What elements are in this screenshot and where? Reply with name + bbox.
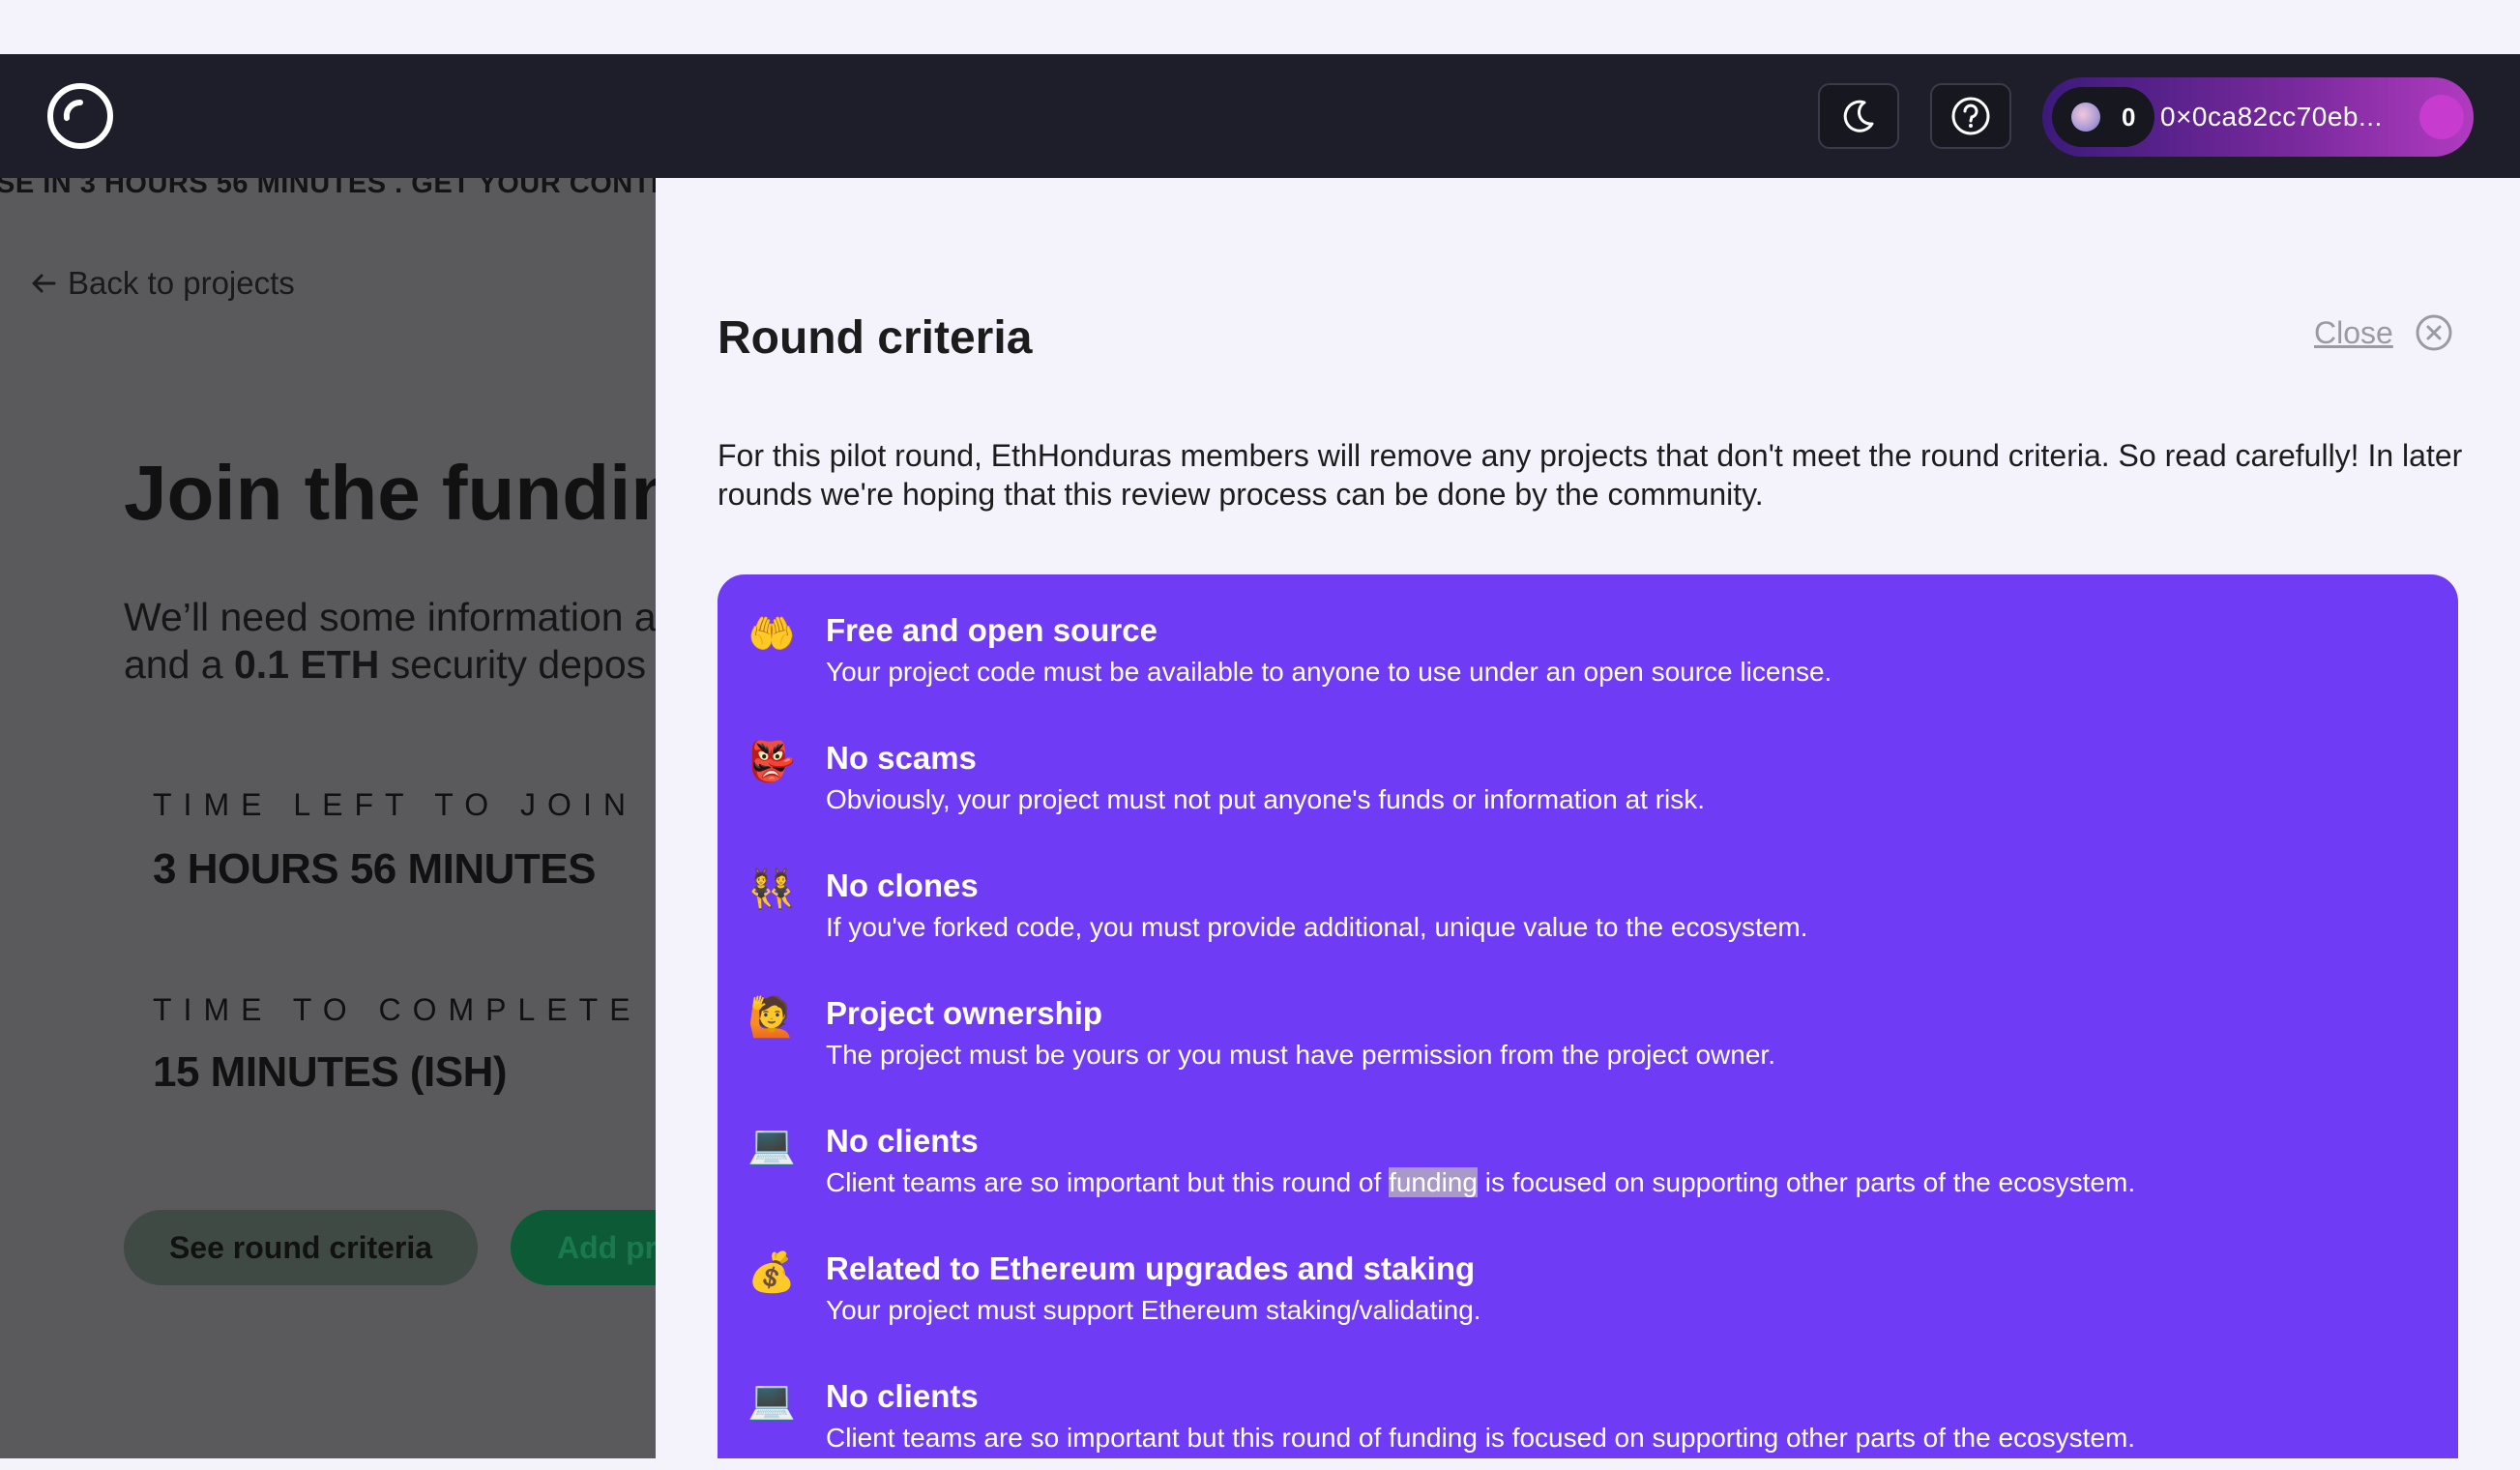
criteria-item: 🙋 Project ownership The project must be …	[745, 992, 1775, 1075]
criteria-desc: The project must be yours or you must ha…	[826, 1040, 1775, 1070]
back-to-projects-label: Back to projects	[68, 265, 295, 301]
join-title: Join the funding	[124, 450, 656, 536]
criteria-title: No clients	[826, 1378, 979, 1414]
top-strip	[0, 0, 2520, 54]
time-complete-label: TIME TO COMPLETE	[153, 992, 642, 1027]
criteria-item: 💰 Related to Ethereum upgrades and staki…	[745, 1248, 1481, 1331]
see-round-criteria-button[interactable]: See round criteria	[124, 1210, 478, 1285]
criteria-desc: Client teams are so important but this r…	[826, 1423, 2136, 1453]
deposit-amount: 0.1 ETH	[234, 642, 380, 687]
panel-title: Round criteria	[718, 312, 1033, 364]
back-to-projects-link[interactable]: Back to projects	[29, 265, 295, 302]
wallet-balance: 0	[2052, 87, 2154, 147]
desc-part: Client teams are so important but this r…	[826, 1167, 1390, 1197]
arrow-left-icon	[32, 274, 56, 293]
laptop-icon: 💻	[747, 1123, 796, 1167]
close-label: Close	[2314, 314, 2393, 350]
moon-icon	[1843, 100, 1874, 132]
criteria-title: Project ownership	[826, 995, 1103, 1031]
dancers-icon: 👯	[747, 867, 796, 912]
criteria-item: 🤲 Free and open source Your project code…	[745, 609, 1831, 692]
criteria-desc: Client teams are so important but this r…	[826, 1162, 2135, 1203]
bottom-strip	[0, 1458, 2520, 1470]
money-bag-icon: 💰	[747, 1250, 796, 1295]
open-hands-icon: 🤲	[747, 612, 796, 657]
help-button[interactable]	[1930, 83, 2011, 149]
laptop-icon: 💻	[747, 1378, 796, 1423]
background-page-dimmed: SE IN 3 HOURS 56 MINUTES . GET YOUR CONT…	[0, 178, 656, 1458]
time-left-value: 3 HOURS 56 MINUTES	[153, 845, 596, 893]
desc-suffix: security depos	[379, 642, 647, 687]
desc-part: is focused on supporting other parts of …	[1477, 1167, 2136, 1197]
wallet-balance-count: 0	[2122, 102, 2136, 132]
criteria-desc: If you've forked code, you must provide …	[826, 912, 1808, 942]
criteria-title: Free and open source	[826, 612, 1157, 648]
join-description-line2: and a 0.1 ETH security depos	[124, 641, 656, 689]
selected-text: funding	[1389, 1167, 1478, 1197]
criteria-desc: Your project code must be available to a…	[826, 657, 1832, 687]
theme-toggle-button[interactable]	[1818, 83, 1899, 149]
raising-hand-icon: 🙋	[747, 995, 796, 1040]
wallet-button[interactable]: 0 0×0ca82cc70eb...	[2042, 77, 2474, 157]
criteria-item: 👺 No scams Obviously, your project must …	[745, 737, 1705, 820]
panel-intro: For this pilot round, EthHonduras member…	[718, 438, 2463, 512]
add-project-button[interactable]: Add pr	[511, 1210, 656, 1285]
wallet-identicon	[2419, 95, 2464, 139]
wallet-address: 0×0ca82cc70eb...	[2160, 102, 2383, 132]
criteria-item: 💻 No clients Client teams are so importa…	[745, 1120, 2135, 1203]
criteria-item: 💻 No clients Client teams are so importa…	[745, 1375, 2135, 1458]
criteria-title: No scams	[826, 740, 977, 776]
round-criteria-panel: Round criteria Close For this pilot roun…	[656, 178, 2520, 1458]
desc-prefix: and a	[124, 642, 234, 687]
wallet-avatar	[2071, 103, 2100, 132]
time-complete-value: 15 MINUTES (ISH)	[153, 1048, 508, 1096]
time-left-label: TIME LEFT TO JOIN	[153, 787, 637, 822]
join-description: We’ll need some information a and a 0.1 …	[124, 594, 656, 689]
join-description-line1: We’ll need some information a	[124, 595, 656, 639]
criteria-desc: Your project must support Ethereum staki…	[826, 1295, 1481, 1325]
criteria-item: 👯 No clones If you've forked code, you m…	[745, 865, 1808, 948]
criteria-desc: Obviously, your project must not put any…	[826, 784, 1706, 814]
help-circle-icon	[1951, 97, 1990, 135]
criteria-title: No clones	[826, 867, 979, 903]
goblin-icon: 👺	[747, 740, 796, 784]
criteria-title: Related to Ethereum upgrades and staking	[826, 1250, 1476, 1286]
countdown-ticker: SE IN 3 HOURS 56 MINUTES . GET YOUR CONT…	[0, 178, 656, 197]
criteria-title: No clients	[826, 1123, 979, 1159]
spinner-logo-icon[interactable]	[45, 81, 115, 151]
close-button[interactable]: Close	[2314, 313, 2453, 352]
criteria-list: 🤲 Free and open source Your project code…	[718, 574, 2458, 1458]
close-icon	[2416, 314, 2452, 351]
